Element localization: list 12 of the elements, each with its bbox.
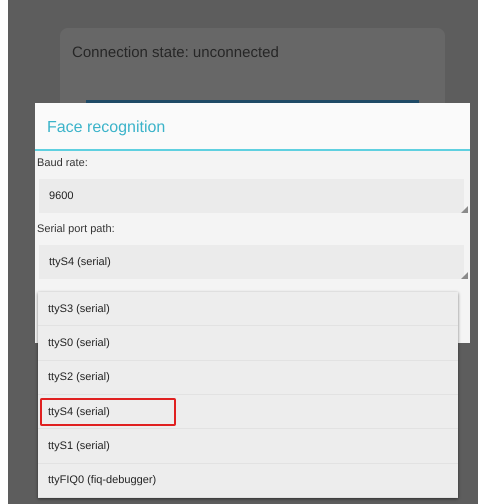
dropdown-corner-icon: [461, 206, 468, 213]
connection-status: Connection state: unconnected: [72, 44, 279, 61]
dropdown-option[interactable]: ttyS1 (serial): [40, 432, 176, 460]
dropdown-option[interactable]: ttyFIQ0 (fiq-debugger): [40, 466, 176, 494]
dropdown-option[interactable]: ttyS0 (serial): [40, 328, 176, 357]
dropdown-option[interactable]: ttyS3 (serial): [40, 294, 176, 323]
field-label: Baud rate:: [36, 156, 89, 169]
dropdown-option[interactable]: ttyS4 (serial): [40, 398, 176, 426]
field-label: Serial port path:: [36, 222, 116, 235]
dropdown-corner-icon: [461, 272, 468, 279]
dropdown-option[interactable]: ttyS2 (serial): [40, 363, 176, 392]
dialog-title: Face recognition: [35, 103, 470, 151]
